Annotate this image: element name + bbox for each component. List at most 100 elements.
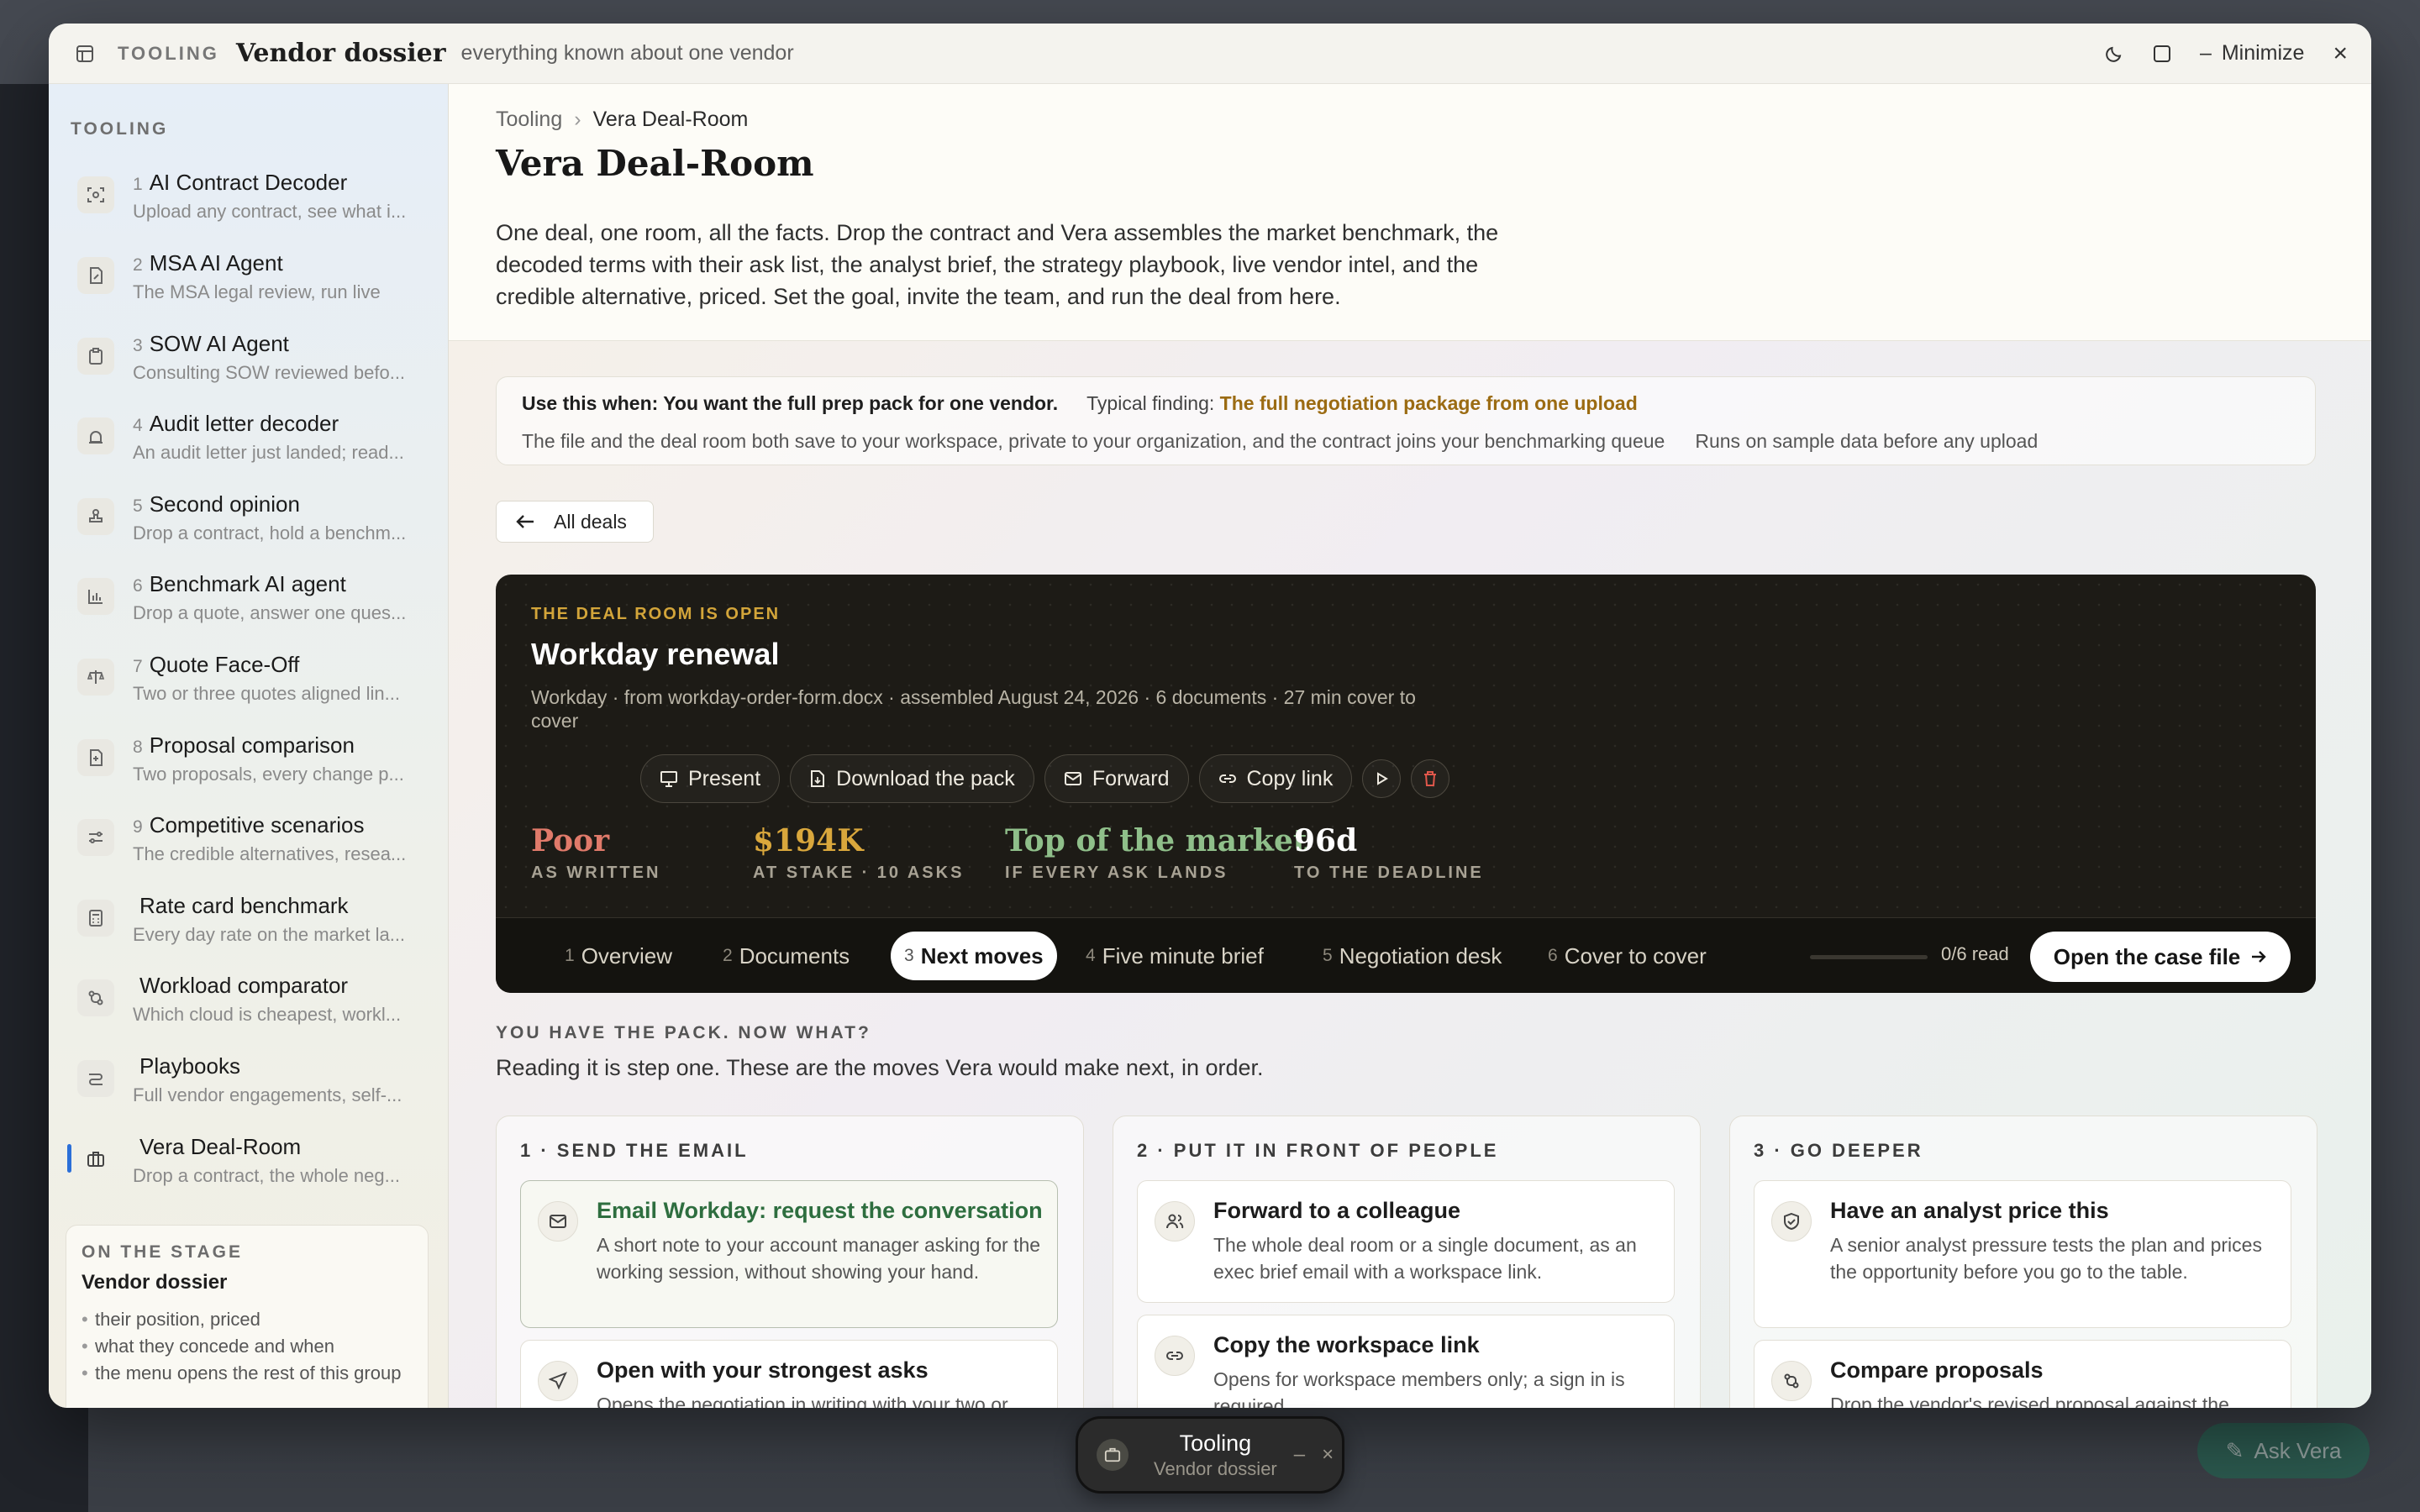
- sidebar-item-sow-ai-agent[interactable]: 3 SOW AI Agent Consulting SOW reviewed bef…: [67, 329, 437, 403]
- all-deals-button[interactable]: All deals: [496, 501, 654, 543]
- sidebar-item-desc: Drop a contract, the whole neg...: [133, 1165, 400, 1186]
- sidebar-item-workload-comparator[interactable]: Workload comparator Which cloud is cheape…: [67, 971, 437, 1045]
- sidebar-item-desc: Upload any contract, see what i...: [133, 201, 407, 222]
- move-open-strongest-asks[interactable]: Open with your strongest asks Opens the …: [520, 1340, 1058, 1408]
- tab-negotiation-desk[interactable]: 5 Negotiation desk: [1309, 932, 1515, 980]
- sidebar-item-rate-card-benchmark[interactable]: Rate card benchmark Every day rate on the…: [67, 891, 437, 965]
- open-case-label: Open the case file: [2053, 943, 2241, 969]
- tab-cover-to-cover[interactable]: 6 Cover to cover: [1534, 932, 1720, 980]
- ask-vera-button[interactable]: ✎ Ask Vera: [2197, 1423, 2370, 1478]
- typical-finding-label: Typical finding:: [1086, 392, 1215, 414]
- main-content: Tooling › Vera Deal-Room Vera Deal-Room …: [449, 84, 2371, 1408]
- briefcase-icon: [77, 1141, 114, 1178]
- move-email-vendor[interactable]: Email Workday: request the conversation …: [520, 1180, 1058, 1328]
- sidebar-item-vera-deal-room[interactable]: Vera Deal-Room Drop a contract, the whole…: [67, 1132, 437, 1206]
- copy-link-button[interactable]: Copy link: [1198, 754, 1353, 803]
- move-description: Opens for workspace members only; a sign…: [1213, 1368, 1625, 1408]
- move-analyst-price[interactable]: Have an analyst price this A senior anal…: [1754, 1180, 2291, 1328]
- tab-number: 1: [565, 946, 575, 965]
- move-compare-proposals[interactable]: Compare proposals Drop the vendor's revi…: [1754, 1340, 2291, 1408]
- sidebar-item-label: Quote Face-Off: [149, 652, 300, 677]
- shield-check-icon: [1771, 1201, 1812, 1242]
- tab-number: 5: [1323, 946, 1333, 965]
- use-when-card: Use this when: You want the full prep pa…: [496, 376, 2316, 465]
- tab-five-minute-brief[interactable]: 4 Five minute brief: [1072, 932, 1277, 980]
- file-icon: [811, 770, 825, 787]
- minimize-button[interactable]: – Minimize: [2200, 41, 2305, 66]
- trash-icon: [1424, 771, 1437, 786]
- tab-number: 4: [1086, 946, 1096, 965]
- sidebar-item-number: 8: [133, 738, 143, 757]
- tab-next-moves[interactable]: 3 Next moves: [891, 932, 1057, 980]
- use-when-note: The file and the deal room both save to …: [522, 430, 1665, 452]
- stage-point: what they concede and when: [82, 1333, 413, 1360]
- move-title: Have an analyst price this: [1830, 1198, 2109, 1223]
- sidebar-item-label: Rate card benchmark: [139, 893, 349, 918]
- deal-room-card: THE DEAL ROOM IS OPEN Workday renewal Wo…: [496, 575, 2316, 993]
- taskbar-minimize-icon[interactable]: –: [1294, 1443, 1305, 1467]
- sidebar-item-benchmark-ai-agent[interactable]: 6 Benchmark AI agent Drop a quote, answer …: [67, 570, 437, 643]
- tab-label: Next moves: [920, 942, 1044, 969]
- sidebar-item-label: Workload comparator: [139, 973, 349, 998]
- sidebar-item-number: 4: [133, 416, 143, 435]
- sidebar-item-second-opinion[interactable]: 5 Second opinion Drop a contract, hold a b…: [67, 490, 437, 564]
- window-titlebar: TOOLING Vendor dossier everything known …: [49, 24, 2371, 84]
- close-button[interactable]: ×: [2333, 39, 2348, 68]
- sidebar-item-desc: The MSA legal review, run live: [133, 281, 381, 302]
- present-label: Present: [688, 766, 761, 790]
- sidebar-item-proposal-comparison[interactable]: 8 Proposal comparison Two proposals, every…: [67, 731, 437, 805]
- tab-documents[interactable]: 2 Documents: [709, 932, 863, 980]
- move-description: Drop the vendor's revised proposal again…: [1830, 1394, 2229, 1408]
- taskbar-window-pill[interactable]: Tooling Vendor dossier – ×: [1076, 1416, 1344, 1494]
- sidebar-item-ai-contract-decoder[interactable]: 1 AI Contract Decoder Upload any contract,…: [67, 168, 437, 242]
- workflow-icon: [77, 1060, 114, 1097]
- move-forward-colleague[interactable]: Forward to a colleague The whole deal ro…: [1137, 1180, 1675, 1303]
- stage-point: their position, priced: [82, 1306, 413, 1333]
- copy-link-label: Copy link: [1246, 766, 1334, 790]
- delete-button[interactable]: [1411, 759, 1450, 798]
- sidebar-item-quote-face-off[interactable]: 7 Quote Face-Off Two or three quotes align…: [67, 650, 437, 724]
- sidebar-item-desc: Consulting SOW reviewed befo...: [133, 362, 406, 383]
- sidebar-item-desc: An audit letter just landed; read...: [133, 442, 404, 463]
- stat-label: AS WRITTEN: [531, 864, 661, 882]
- sidebar-item-label: MSA AI Agent: [149, 250, 283, 276]
- deal-actions: Present Download the pack Forward Copy l…: [640, 754, 1450, 803]
- sidebar-item-label: SOW AI Agent: [149, 331, 289, 356]
- breadcrumb-current: Vera Deal-Room: [592, 108, 749, 131]
- sidebar-item-desc: Full vendor engagements, self-...: [133, 1084, 402, 1105]
- present-button[interactable]: Present: [640, 754, 781, 803]
- users-icon: [1155, 1201, 1195, 1242]
- git-compare-icon: [1771, 1361, 1812, 1401]
- stat-value: 96d: [1294, 823, 1358, 858]
- play-button[interactable]: [1362, 759, 1402, 798]
- breadcrumb-parent[interactable]: Tooling: [496, 108, 562, 132]
- presentation-icon: [660, 771, 677, 787]
- next-moves-column: 2 · PUT IT IN FRONT OF PEOPLE Forward to…: [1113, 1116, 1701, 1408]
- stage-points: their position, priced what they concede…: [82, 1306, 413, 1387]
- tab-overview[interactable]: 1 Overview: [551, 932, 686, 980]
- document-edit-icon: [77, 257, 114, 294]
- download-pack-button[interactable]: Download the pack: [790, 754, 1034, 803]
- taskbar-subtitle: Vendor dossier: [1154, 1457, 1277, 1479]
- sidebar-item-number: 7: [133, 657, 143, 676]
- taskbar-close-icon[interactable]: ×: [1322, 1443, 1334, 1467]
- forward-button[interactable]: Forward: [1044, 754, 1189, 803]
- sidebar-item-audit-letter-decoder[interactable]: 4 Audit letter decoder An audit letter jus…: [67, 409, 437, 483]
- breadcrumb: Tooling › Vera Deal-Room: [496, 108, 748, 132]
- open-case-file-button[interactable]: Open the case file: [2030, 932, 2291, 982]
- move-copy-workspace-link[interactable]: Copy the workspace link Opens for worksp…: [1137, 1315, 1675, 1408]
- stat-label: TO THE DEADLINE: [1294, 864, 1484, 882]
- minus-icon: –: [2199, 41, 2212, 65]
- stat-at-stake: $194K AT STAKE · 10 ASKS: [753, 823, 964, 883]
- sidebar-item-label: Playbooks: [139, 1053, 240, 1079]
- maximize-button[interactable]: [2153, 45, 2171, 63]
- sidebar-item-competitive-scenarios[interactable]: 9 Competitive scenarios The credible alter…: [67, 811, 437, 885]
- read-progress-bar: [1810, 955, 1928, 959]
- tab-number: 3: [904, 946, 914, 965]
- dark-mode-toggle[interactable]: [2104, 44, 2124, 64]
- arrow-left-icon: [516, 515, 534, 528]
- sidebar-item-playbooks[interactable]: Playbooks Full vendor engagements, self-.…: [67, 1052, 437, 1126]
- sidebar-item-number: 2: [133, 255, 143, 275]
- sidebar-item-msa-ai-agent[interactable]: 2 MSA AI Agent The MSA legal review, run l…: [67, 249, 437, 323]
- forward-label: Forward: [1092, 766, 1170, 790]
